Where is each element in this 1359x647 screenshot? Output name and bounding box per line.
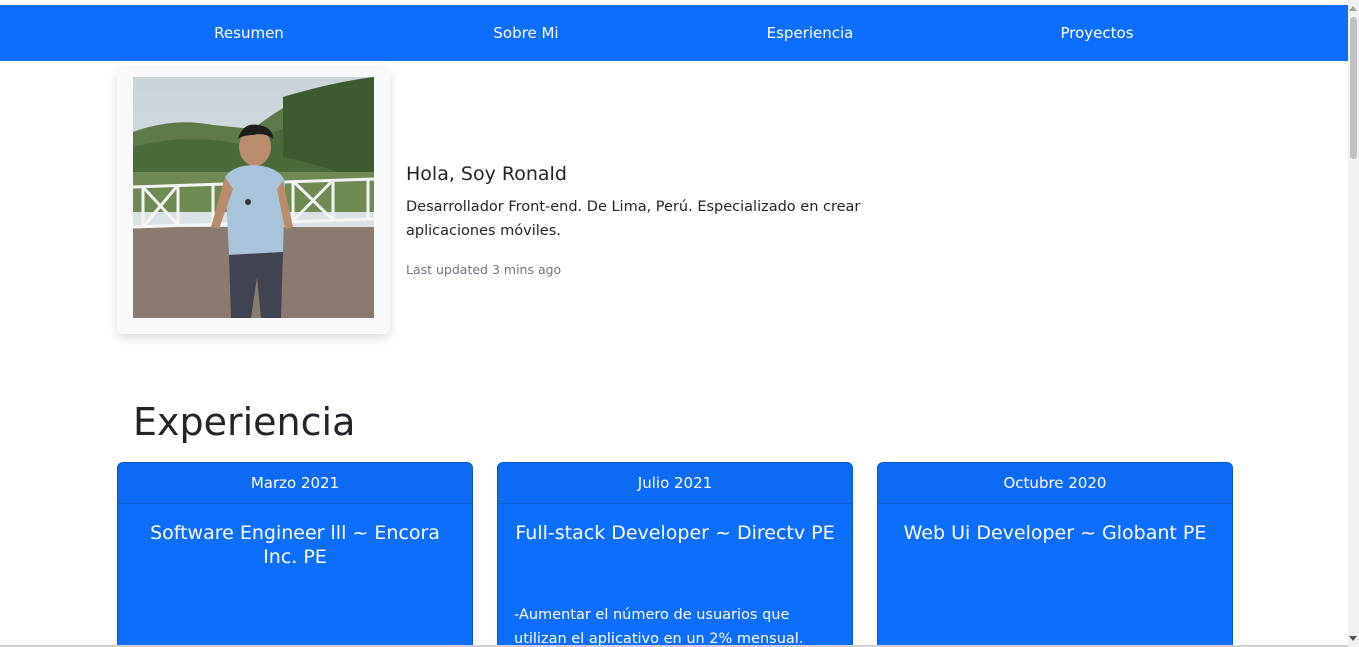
experience-section-title: Experiencia: [133, 400, 356, 444]
scroll-down-arrow-icon[interactable]: [1349, 636, 1357, 641]
experience-card-date: Julio 2021: [498, 463, 852, 504]
scrollbar-thumb[interactable]: [1350, 17, 1357, 159]
last-updated-text: Last updated 3 mins ago: [406, 262, 562, 277]
profile-photo: [133, 77, 374, 318]
page-scrollbar[interactable]: [1348, 0, 1359, 647]
experience-card-role: Software Engineer lll ~ Encora Inc. PE: [150, 522, 440, 568]
experience-card-description: -Aumentar el número de usuarios que util…: [514, 607, 804, 647]
top-navbar: Resumen Sobre Mi Esperiencia Proyectos: [0, 5, 1348, 61]
intro-greeting: Hola, Soy Ronald: [406, 163, 567, 185]
experience-card-role: Full-stack Developer ~ Directv PE: [515, 522, 835, 544]
experience-card-directv: Julio 2021 Full-stack Developer ~ Direct…: [497, 462, 853, 647]
nav-link-proyectos[interactable]: Proyectos: [1060, 5, 1133, 61]
experience-card-date: Octubre 2020: [878, 463, 1232, 504]
experience-card-date: Marzo 2021: [118, 463, 472, 504]
scroll-up-arrow-icon[interactable]: [1349, 6, 1357, 11]
experience-card-encora: Marzo 2021 Software Engineer lll ~ Encor…: [117, 462, 473, 647]
experience-card-role: Web Ui Developer ~ Globant PE: [903, 522, 1207, 544]
nav-link-esperiencia[interactable]: Esperiencia: [767, 5, 854, 61]
nav-link-sobre-mi[interactable]: Sobre Mi: [493, 5, 558, 61]
experience-card-globant: Octubre 2020 Web Ui Developer ~ Globant …: [877, 462, 1233, 647]
nav-link-resumen[interactable]: Resumen: [214, 5, 284, 61]
intro-description: Desarrollador Front-end. De Lima, Perú. …: [406, 199, 861, 239]
profile-card: [117, 67, 390, 334]
